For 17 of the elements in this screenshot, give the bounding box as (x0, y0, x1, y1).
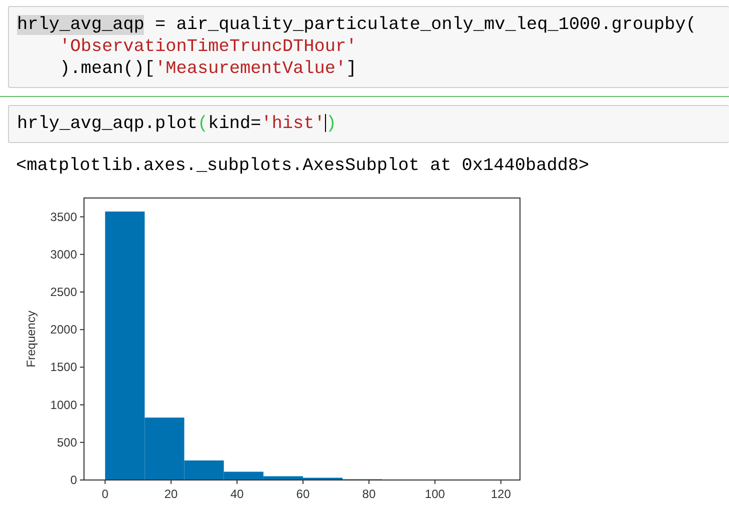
x-tick-label: 120 (490, 487, 511, 501)
output-text: <matplotlib.axes._subplots.AxesSubplot at 0x1440badd8> (16, 155, 590, 177)
x-tick-label: 60 (296, 487, 310, 501)
y-tick-label: 2000 (50, 322, 77, 337)
x-tick-label: 20 (164, 487, 178, 501)
y-tick-label: 500 (56, 435, 77, 450)
y-tick-label: 1000 (50, 398, 77, 412)
y-tick-label: 3000 (50, 247, 77, 262)
x-tick-label: 0 (102, 487, 108, 501)
x-tick-label: 100 (424, 487, 445, 501)
x-tick-label: 80 (362, 487, 376, 501)
y-tick-label: 1500 (50, 360, 77, 374)
y-axis-label: Frequency (24, 310, 38, 368)
y-tick-label: 2500 (50, 285, 77, 299)
y-tick-label: 0 (70, 473, 77, 487)
y-tick-label: 3500 (50, 210, 77, 224)
x-tick-label: 40 (230, 487, 244, 501)
